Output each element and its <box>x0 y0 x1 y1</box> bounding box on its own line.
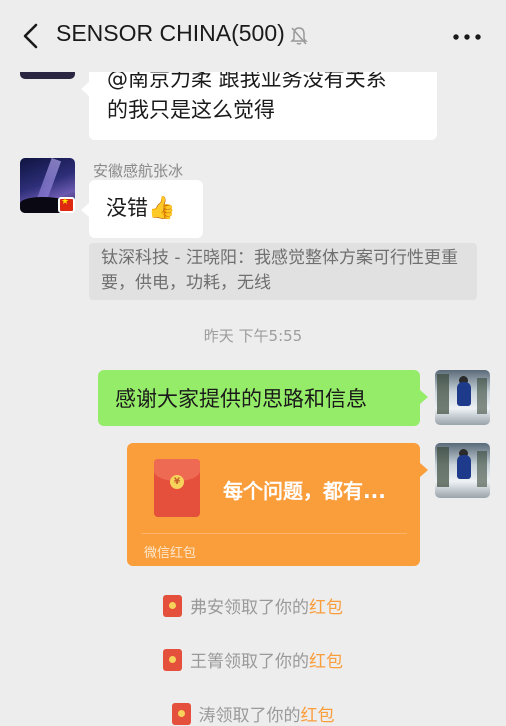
back-arrow-icon[interactable] <box>20 22 44 50</box>
timestamp: 昨天 下午5:55 <box>203 327 303 345</box>
divider <box>141 533 407 534</box>
red-packet-link[interactable]: 红包 <box>309 652 343 672</box>
system-notice: 弗安领取了你的红包 <box>0 593 506 618</box>
tree-decoration <box>437 447 449 487</box>
mute-bell-icon <box>290 27 308 45</box>
message-line: @南京力柔 跟我业务没有关系 <box>107 72 387 91</box>
red-packet-link[interactable]: 红包 <box>309 598 343 618</box>
message-text: 没错 <box>106 196 148 220</box>
message-bubble-received[interactable]: 没错👍 <box>89 180 203 238</box>
bubble-tail <box>420 463 428 477</box>
tree-decoration <box>477 451 487 487</box>
message-list[interactable]: @南京力柔 跟我业务没有关系 的我只是这么觉得 ★ 安徽感航张冰 没错👍 钛深科… <box>0 72 506 726</box>
message-bubble-sent[interactable]: 感谢大家提供的思路和信息 <box>98 370 420 426</box>
tree-decoration <box>477 378 487 414</box>
red-packet-label: 微信红包 <box>144 546 197 561</box>
red-envelope-icon <box>163 595 182 617</box>
my-avatar[interactable] <box>435 443 490 498</box>
notice-text: 涛领取了你的 <box>198 706 301 726</box>
message-line: 的我只是这么觉得 <box>107 98 275 122</box>
chat-title: SENSOR CHINA(500) <box>56 20 285 46</box>
bubble-tail <box>81 203 89 217</box>
bubble-tail <box>81 82 89 96</box>
person-figure <box>457 455 471 479</box>
red-envelope-icon <box>163 649 182 671</box>
red-envelope-icon <box>171 703 191 725</box>
more-options-icon[interactable] <box>452 33 482 41</box>
person-figure <box>457 382 471 406</box>
red-packet-title: 每个问题，都有... <box>223 479 386 503</box>
bubble-tail <box>420 390 428 404</box>
system-notice: 王箐领取了你的红包 <box>0 647 506 672</box>
system-notice: 涛领取了你的红包 <box>0 701 506 726</box>
thumbs-up-icon: 👍 <box>148 196 176 221</box>
red-envelope-icon: ¥ <box>154 459 200 517</box>
chat-header: SENSOR CHINA(500) <box>0 0 506 72</box>
sender-avatar-previous[interactable] <box>20 72 75 79</box>
coin-icon: ¥ <box>170 475 184 489</box>
notice-text: 王箐领取了你的 <box>190 652 309 672</box>
tree-decoration <box>437 374 449 414</box>
notice-text: 弗安领取了你的 <box>190 598 309 618</box>
red-packet-message[interactable]: ¥ 每个问题，都有... 微信红包 <box>127 443 420 566</box>
red-packet-link[interactable]: 红包 <box>301 706 335 726</box>
sender-name: 安徽感航张冰 <box>93 162 184 180</box>
china-flag-icon: ★ <box>58 197 75 213</box>
my-avatar[interactable] <box>435 370 490 425</box>
message-bubble-received[interactable]: @南京力柔 跟我业务没有关系 的我只是这么觉得 <box>89 72 437 140</box>
quoted-message[interactable]: 钛深科技 - 汪晓阳：我感觉整体方案可行性更重要，供电，功耗，无线 <box>89 243 477 300</box>
